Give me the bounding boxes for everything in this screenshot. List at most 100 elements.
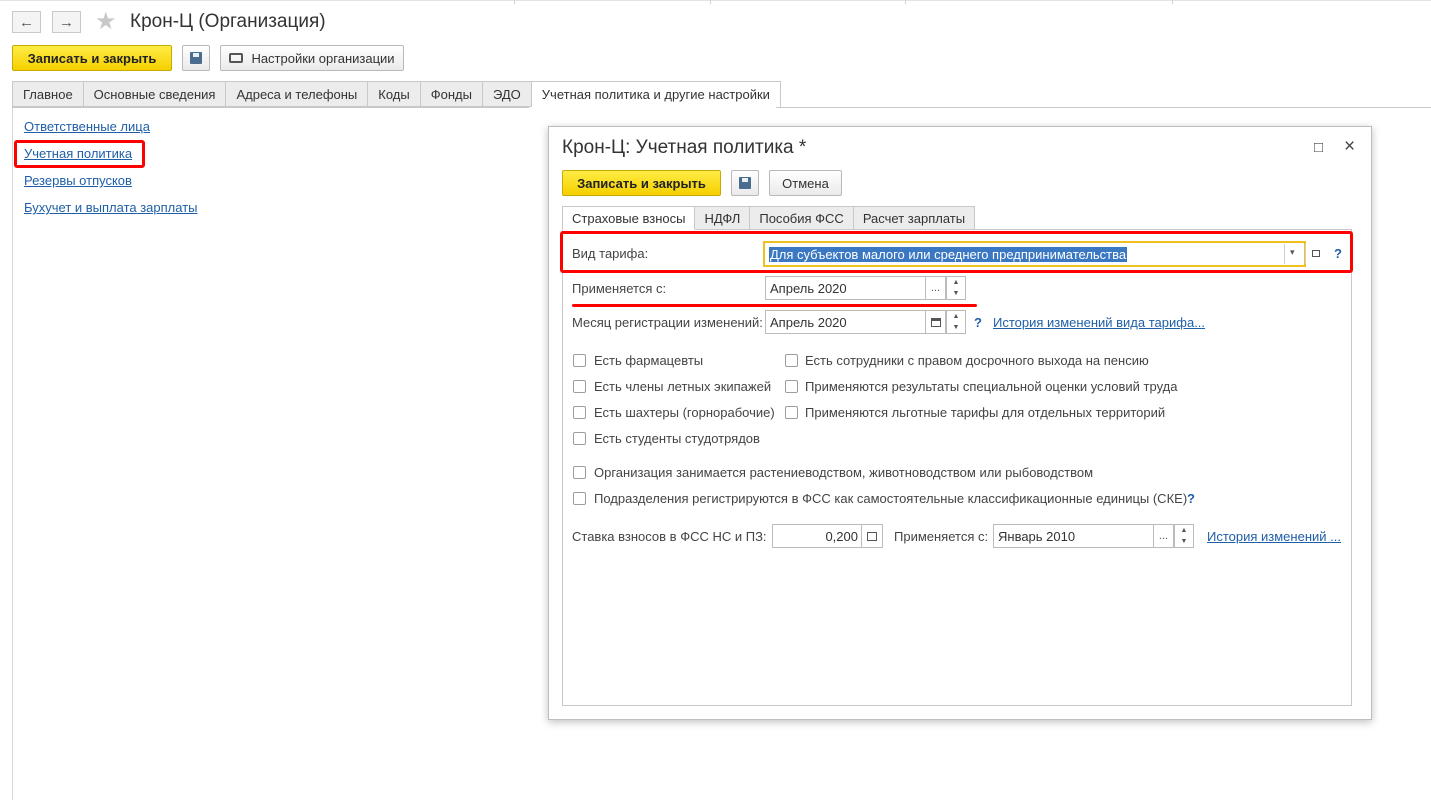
calculator-button[interactable] <box>861 524 883 548</box>
tariff-value: Для субъектов малого или среднего предпр… <box>769 246 1128 262</box>
org-settings-button[interactable]: Настройки организации <box>220 45 404 71</box>
checkbox-label: Применяются льготные тарифы для отдельны… <box>805 405 1166 420</box>
checkbox-label: Организация занимается растениеводством,… <box>594 465 1094 480</box>
close-icon[interactable]: × <box>1344 137 1355 156</box>
save-close-button[interactable]: Записать и закрыть <box>12 45 172 71</box>
checkbox-pharmacists[interactable] <box>573 354 586 367</box>
checkbox-territory-tariffs[interactable] <box>785 406 798 419</box>
checkbox-label: Есть фармацевты <box>594 353 704 368</box>
dots-icon: ... <box>930 282 941 294</box>
period-stepper[interactable]: ▲ ▼ <box>946 276 966 300</box>
printer-icon <box>229 53 244 63</box>
tariff-select[interactable]: Для субъектов малого или среднего предпр… <box>763 241 1306 267</box>
dialog-save-close-label: Записать и закрыть <box>577 175 706 191</box>
red-underline <box>572 304 977 307</box>
checkbox-label: Есть шахтеры (горнорабочие) <box>594 405 775 420</box>
tab-funds[interactable]: Фонды <box>420 81 483 107</box>
arrow-left-icon: ← <box>19 13 34 31</box>
tariff-help-icon[interactable]: ? <box>1334 246 1342 261</box>
dialog-tabs: Страховые взносы НДФЛ Пособия ФСС Расчет… <box>562 206 976 230</box>
link-accounting-policy[interactable]: Учетная политика <box>24 146 132 161</box>
applies-from-value: Апрель 2020 <box>770 280 847 296</box>
fss-rate-label: Ставка взносов в ФСС НС и ПЗ: <box>572 529 767 544</box>
tab-codes[interactable]: Коды <box>368 81 421 107</box>
chevron-down-icon[interactable]: ▾ <box>1290 247 1295 258</box>
tab-insurance[interactable]: Страховые взносы <box>562 206 696 230</box>
page-title: Крон-Ц (Организация) <box>130 11 326 32</box>
divider <box>514 0 515 4</box>
forward-button[interactable]: → <box>52 11 81 33</box>
fss-applies-label: Применяется с: <box>894 529 989 544</box>
fss-period-stepper[interactable]: ▲ ▼ <box>1174 524 1194 548</box>
tab-basic-info[interactable]: Основные сведения <box>83 81 227 107</box>
link-accounting-salary[interactable]: Бухучет и выплата зарплаты <box>24 200 198 215</box>
tab-accounting-policy[interactable]: Учетная политика и другие настройки <box>531 81 781 108</box>
checkbox-miners[interactable] <box>573 406 586 419</box>
save-button[interactable] <box>182 45 210 71</box>
floppy-disk-icon <box>739 177 751 189</box>
divider <box>1284 244 1285 264</box>
reg-month-stepper[interactable]: ▲ ▼ <box>946 310 966 334</box>
fss-applies-value: Январь 2010 <box>998 528 1076 544</box>
fss-rate-value: 0,200 <box>825 528 858 544</box>
calendar-icon <box>930 317 941 327</box>
cancel-button[interactable]: Отмена <box>769 170 842 196</box>
reg-month-field[interactable]: Апрель 2020 <box>765 310 926 334</box>
link-vacation-reserves[interactable]: Резервы отпусков <box>24 173 132 188</box>
cke-help-icon[interactable]: ? <box>1187 491 1195 506</box>
checkbox-early-retirement[interactable] <box>785 354 798 367</box>
divider <box>1305 244 1306 264</box>
chevron-up-icon: ▲ <box>952 279 960 286</box>
chevron-up-icon: ▲ <box>1180 527 1188 534</box>
checkbox-label: Есть студенты студотрядов <box>594 431 760 446</box>
divider <box>905 0 906 4</box>
tab-underline <box>12 107 529 108</box>
chevron-up-icon: ▲ <box>952 313 960 320</box>
floppy-disk-icon <box>190 52 202 64</box>
checkbox-agriculture[interactable] <box>573 466 586 479</box>
fss-applies-field[interactable]: Январь 2010 <box>993 524 1154 548</box>
reg-month-help-icon[interactable]: ? <box>974 315 982 330</box>
main-tabs: Главное Основные сведения Адреса и телеф… <box>12 81 781 108</box>
select-period-button[interactable]: ... <box>925 276 946 300</box>
tab-fss-benefits[interactable]: Пособия ФСС <box>750 206 854 230</box>
dialog-save-close-button[interactable]: Записать и закрыть <box>562 170 721 196</box>
tab-ndfl[interactable]: НДФЛ <box>695 206 751 230</box>
tariff-label: Вид тарифа: <box>572 246 649 261</box>
dialog-title: Крон-Ц: Учетная политика * <box>562 137 807 158</box>
open-icon[interactable] <box>1312 250 1320 257</box>
favorite-star-icon[interactable]: ★ <box>95 8 117 36</box>
checkbox-label: Есть сотрудники с правом досрочного выхо… <box>805 353 1149 368</box>
save-close-label: Записать и закрыть <box>27 50 157 66</box>
tariff-history-link[interactable]: История изменений вида тарифа... <box>993 315 1205 330</box>
arrow-right-icon: → <box>59 13 74 31</box>
dialog-save-button[interactable] <box>731 170 759 196</box>
checkbox-students[interactable] <box>573 432 586 445</box>
chevron-down-icon: ▼ <box>1180 538 1188 545</box>
tab-addresses[interactable]: Адреса и телефоны <box>226 81 369 107</box>
checkbox-label: Применяются результаты специальной оценк… <box>805 379 1178 394</box>
dots-icon: ... <box>1158 530 1169 542</box>
checkbox-cke[interactable] <box>573 492 586 505</box>
calendar-button[interactable] <box>925 310 946 334</box>
divider <box>710 0 711 4</box>
checkbox-flight-crew[interactable] <box>573 380 586 393</box>
applies-from-field[interactable]: Апрель 2020 <box>765 276 926 300</box>
cancel-label: Отмена <box>782 175 829 191</box>
tab-payroll[interactable]: Расчет зарплаты <box>853 206 976 230</box>
back-button[interactable]: ← <box>12 11 41 33</box>
fss-history-link[interactable]: История изменений ... <box>1207 529 1341 544</box>
fss-select-period-button[interactable]: ... <box>1153 524 1174 548</box>
chevron-down-icon: ▼ <box>952 324 960 331</box>
reg-month-label: Месяц регистрации изменений: <box>572 315 763 330</box>
fss-rate-field[interactable]: 0,200 <box>772 524 862 548</box>
checkbox-special-assessment[interactable] <box>785 380 798 393</box>
divider <box>1172 0 1173 4</box>
calculator-icon <box>867 531 877 541</box>
tab-edo[interactable]: ЭДО <box>482 81 532 107</box>
checkbox-label: Подразделения регистрируются в ФСС как с… <box>594 491 1188 506</box>
tab-main[interactable]: Главное <box>12 81 84 107</box>
maximize-icon[interactable]: □ <box>1314 140 1323 156</box>
link-responsible-persons[interactable]: Ответственные лица <box>24 119 150 134</box>
checkbox-label: Есть члены летных экипажей <box>594 379 772 394</box>
